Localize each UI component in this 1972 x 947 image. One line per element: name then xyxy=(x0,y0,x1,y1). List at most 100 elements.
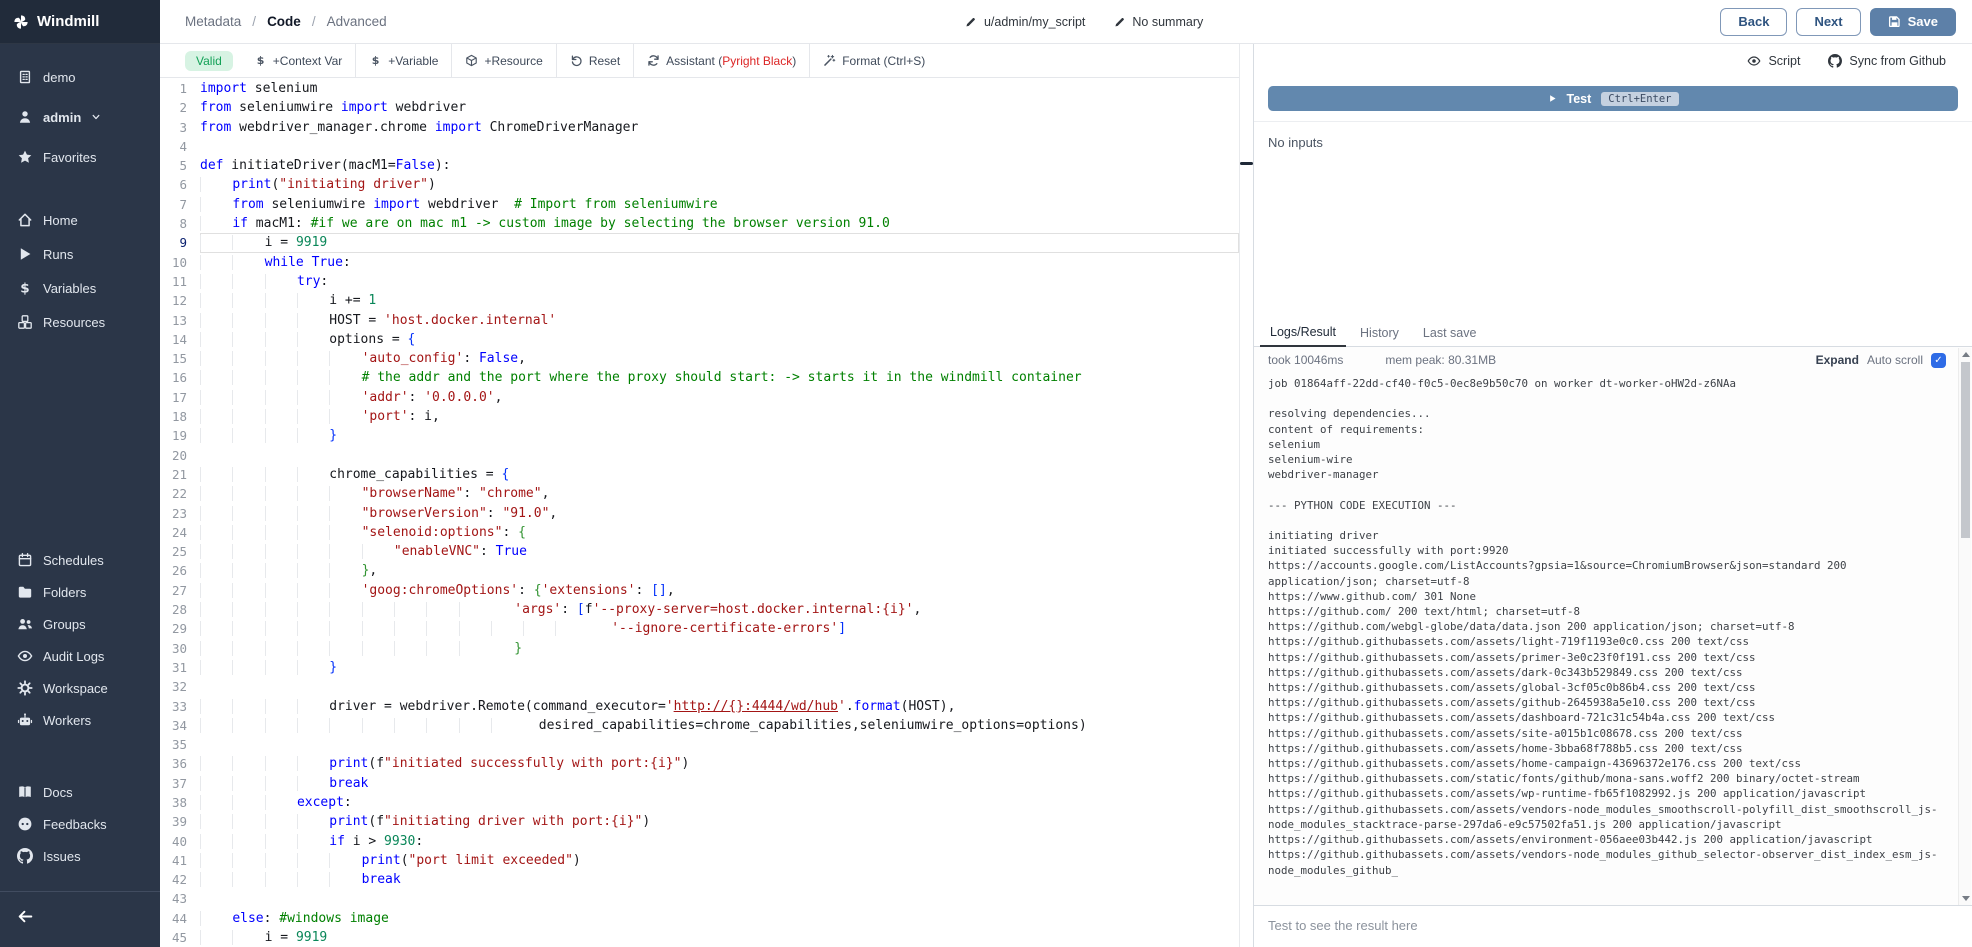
code-line-28[interactable]: 28 'args': [f'--proxy-server=host.docker… xyxy=(160,600,1239,619)
sidebar-item-workspace[interactable]: Workspace xyxy=(0,672,160,704)
code-line-36[interactable]: 36 print(f"initiated successfully with p… xyxy=(160,754,1239,773)
code-line-7[interactable]: 7 from seleniumwire import webdriver # I… xyxy=(160,195,1239,214)
code-line-45[interactable]: 45 i = 9919 xyxy=(160,928,1239,947)
code-line-11[interactable]: 11 try: xyxy=(160,272,1239,291)
code-line-4[interactable]: 4 xyxy=(160,137,1239,156)
script-path-edit[interactable]: u/admin/my_script xyxy=(965,15,1085,29)
scroll-down-icon[interactable] xyxy=(1962,896,1970,901)
code-line-43[interactable]: 43 xyxy=(160,889,1239,908)
script-summary-edit[interactable]: No summary xyxy=(1113,15,1203,29)
tab-advanced[interactable]: Advanced xyxy=(327,14,387,29)
sidebar-nav-tertiary: DocsFeedbacksIssues xyxy=(0,776,160,872)
code-editor[interactable]: 1import selenium2from seleniumwire impor… xyxy=(160,78,1239,947)
code-line-19[interactable]: 19 } xyxy=(160,426,1239,445)
code-line-13[interactable]: 13 HOST = 'host.docker.internal' xyxy=(160,311,1239,330)
add-context-var-button[interactable]: $ +Context Var xyxy=(241,44,355,77)
code-line-23[interactable]: 23 "browserVersion": "91.0", xyxy=(160,504,1239,523)
github-icon xyxy=(1828,54,1842,68)
user-menu[interactable]: admin xyxy=(0,97,160,137)
sidebar-item-folders[interactable]: Folders xyxy=(0,576,160,608)
sync-from-github-button[interactable]: Sync from Github xyxy=(1828,54,1946,68)
code-line-27[interactable]: 27 'goog:chromeOptions': {'extensions': … xyxy=(160,581,1239,600)
tab-metadata[interactable]: Metadata xyxy=(185,14,241,29)
sidebar-item-favorites[interactable]: Favorites xyxy=(0,137,160,177)
sidebar-item-home[interactable]: Home xyxy=(0,203,160,237)
code-line-22[interactable]: 22 "browserName": "chrome", xyxy=(160,484,1239,503)
script-preview-button[interactable]: Script xyxy=(1747,54,1800,68)
test-button[interactable]: Test Ctrl+Enter xyxy=(1268,86,1958,111)
code-line-44[interactable]: 44 else: #windows image xyxy=(160,909,1239,928)
sidebar-item-feedbacks[interactable]: Feedbacks xyxy=(0,808,160,840)
sidebar-item-resources[interactable]: Resources xyxy=(0,305,160,339)
code-line-12[interactable]: 12 i += 1 xyxy=(160,291,1239,310)
format-button[interactable]: Format (Ctrl+S) xyxy=(809,44,938,77)
sidebar-item-issues[interactable]: Issues xyxy=(0,840,160,872)
tab-code[interactable]: Code xyxy=(267,14,301,29)
code-line-5[interactable]: 5def initiateDriver(macM1=False): xyxy=(160,156,1239,175)
code-line-1[interactable]: 1import selenium xyxy=(160,79,1239,98)
code-line-17[interactable]: 17 'addr': '0.0.0.0', xyxy=(160,388,1239,407)
logs-scrollbar[interactable] xyxy=(1958,348,1971,905)
assistant-button[interactable]: Assistant (Pyright Black) xyxy=(633,44,809,77)
breadcrumb-separator: / xyxy=(252,14,256,29)
tab-history[interactable]: History xyxy=(1350,326,1409,346)
workspace-selector[interactable]: demo xyxy=(0,57,160,97)
panel-resize-handle[interactable] xyxy=(1240,44,1253,947)
code-line-20[interactable]: 20 xyxy=(160,446,1239,465)
code-line-8[interactable]: 8 if macM1: #if we are on mac m1 -> cust… xyxy=(160,214,1239,233)
line-number: 40 xyxy=(160,832,187,851)
code-line-32[interactable]: 32 xyxy=(160,677,1239,696)
code-line-29[interactable]: 29 '--ignore-certificate-errors'] xyxy=(160,619,1239,638)
app-logo[interactable]: Windmill xyxy=(0,0,160,44)
code-line-35[interactable]: 35 xyxy=(160,735,1239,754)
tab-logs-result[interactable]: Logs/Result xyxy=(1260,325,1346,347)
code-line-41[interactable]: 41 print("port limit exceeded") xyxy=(160,851,1239,870)
code-line-25[interactable]: 25 "enableVNC": True xyxy=(160,542,1239,561)
code-line-40[interactable]: 40 if i > 9930: xyxy=(160,832,1239,851)
auto-scroll-checkbox[interactable] xyxy=(1931,353,1946,368)
sidebar-item-variables[interactable]: $Variables xyxy=(0,271,160,305)
line-number: 31 xyxy=(160,658,187,677)
code-line-26[interactable]: 26 }, xyxy=(160,561,1239,580)
code-line-39[interactable]: 39 print(f"initiating driver with port:{… xyxy=(160,812,1239,831)
sidebar-item-runs[interactable]: Runs xyxy=(0,237,160,271)
next-button[interactable]: Next xyxy=(1796,8,1860,36)
sidebar-item-audit-logs[interactable]: Audit Logs xyxy=(0,640,160,672)
sidebar-item-groups[interactable]: Groups xyxy=(0,608,160,640)
code-line-30[interactable]: 30 } xyxy=(160,639,1239,658)
code-line-3[interactable]: 3from webdriver_manager.chrome import Ch… xyxy=(160,118,1239,137)
code-line-31[interactable]: 31 } xyxy=(160,658,1239,677)
code-line-6[interactable]: 6 print("initiating driver") xyxy=(160,175,1239,194)
sidebar-collapse-button[interactable] xyxy=(0,892,160,947)
code-line-10[interactable]: 10 while True: xyxy=(160,253,1239,272)
back-button[interactable]: Back xyxy=(1720,8,1787,36)
add-variable-button[interactable]: $ +Variable xyxy=(355,44,451,77)
reset-button[interactable]: Reset xyxy=(556,44,633,77)
code-line-21[interactable]: 21 chrome_capabilities = { xyxy=(160,465,1239,484)
tab-last-save[interactable]: Last save xyxy=(1413,326,1487,346)
code-line-37[interactable]: 37 break xyxy=(160,774,1239,793)
expand-button[interactable]: Expand xyxy=(1816,353,1859,367)
result-tabs: Logs/ResultHistoryLast save xyxy=(1254,320,1972,347)
code-line-16[interactable]: 16 # the addr and the port where the pro… xyxy=(160,368,1239,387)
code-line-33[interactable]: 33 driver = webdriver.Remote(command_exe… xyxy=(160,697,1239,716)
dollar-icon: $ xyxy=(369,54,382,67)
code-line-9[interactable]: 9 i = 9919 xyxy=(160,233,1239,252)
code-line-34[interactable]: 34 desired_capabilities=chrome_capabilit… xyxy=(160,716,1239,735)
code-line-42[interactable]: 42 break xyxy=(160,870,1239,889)
code-line-24[interactable]: 24 "selenoid:options": { xyxy=(160,523,1239,542)
scroll-up-icon[interactable] xyxy=(1962,352,1970,357)
line-number: 14 xyxy=(160,330,187,349)
save-button[interactable]: Save xyxy=(1870,8,1956,36)
dollar-icon: $ xyxy=(254,54,267,67)
code-line-38[interactable]: 38 except: xyxy=(160,793,1239,812)
code-line-18[interactable]: 18 'port': i, xyxy=(160,407,1239,426)
sidebar-item-workers[interactable]: Workers xyxy=(0,704,160,736)
code-line-15[interactable]: 15 'auto_config': False, xyxy=(160,349,1239,368)
code-line-2[interactable]: 2from seleniumwire import webdriver xyxy=(160,98,1239,117)
sidebar-item-schedules[interactable]: Schedules xyxy=(0,544,160,576)
scrollbar-thumb[interactable] xyxy=(1961,362,1970,538)
code-line-14[interactable]: 14 options = { xyxy=(160,330,1239,349)
add-resource-button[interactable]: +Resource xyxy=(451,44,555,77)
sidebar-item-docs[interactable]: Docs xyxy=(0,776,160,808)
